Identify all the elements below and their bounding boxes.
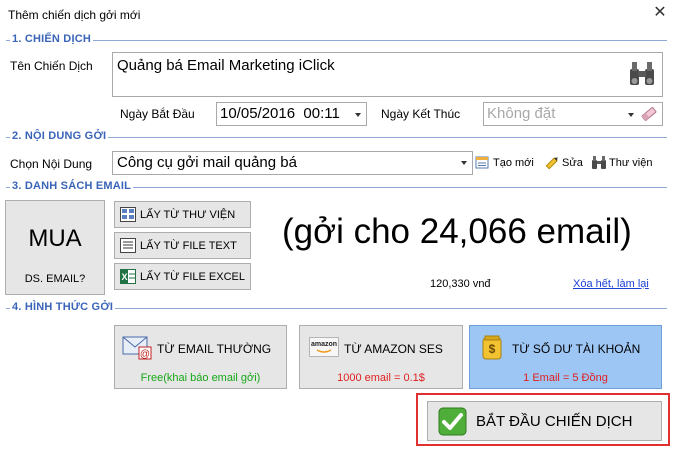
excel-icon: X xyxy=(120,269,136,284)
binoculars-icon[interactable] xyxy=(627,59,657,89)
section4-label: 4. HÌNH THỨC GỞI xyxy=(10,301,116,313)
option-label-amazon: TỪ AMAZON SES xyxy=(344,342,443,356)
campaign-name-value: Quảng bá Email Marketing iClick xyxy=(117,57,335,74)
buy-email-list-button[interactable]: MUA DS. EMAIL? xyxy=(5,200,105,295)
start-campaign-button[interactable]: BẮT ĐẦU CHIẾN DỊCH xyxy=(427,401,662,441)
start-date-value: 10/05/2016 00:11 xyxy=(220,105,340,122)
email-count-summary: (gởi cho 24,066 email) xyxy=(282,212,632,251)
send-option-amazon-ses[interactable]: amazon TỪ AMAZON SES 1000 email = 0.1$ xyxy=(299,325,463,389)
option-note-amazon: 1000 email = 0.1$ xyxy=(337,372,425,384)
create-content-label: Tạo mới xyxy=(493,156,534,169)
option-note-regular: Free(khai báo email gởi) xyxy=(140,372,261,384)
library-grid-icon xyxy=(120,207,136,222)
buy-subtitle: DS. EMAIL? xyxy=(24,273,86,285)
svg-text:@: @ xyxy=(140,349,150,360)
section1-divider xyxy=(6,40,667,41)
binoculars-icon xyxy=(592,156,606,169)
end-date-label: Ngày Kết Thúc xyxy=(381,107,461,121)
eraser-icon[interactable] xyxy=(640,106,658,122)
clear-reset-link[interactable]: Xóa hết, làm lại xyxy=(573,278,649,290)
edit-content-button[interactable]: Sửa xyxy=(544,155,583,170)
edit-content-label: Sửa xyxy=(562,156,583,169)
section2-label: 2. NỘI DUNG GỞI xyxy=(10,130,109,142)
content-value: Công cụ gởi mail quảng bá xyxy=(117,154,297,171)
chevron-down-icon xyxy=(461,161,467,165)
end-date-picker[interactable]: Không đặt xyxy=(483,102,663,126)
option-label-balance: TỪ SỐ DƯ TÀI KHOẢN xyxy=(512,342,641,356)
send-option-regular-email[interactable]: @ TỪ EMAIL THƯỜNG Free(khai báo email gở… xyxy=(114,325,287,389)
import-library-label: LẤY TỪ THƯ VIỆN xyxy=(140,209,236,221)
pencil-icon xyxy=(545,157,558,170)
library-button[interactable]: Thư viện xyxy=(591,155,652,170)
import-from-library-button[interactable]: LẤY TỪ THƯ VIỆN xyxy=(114,201,251,228)
section3-label: 3. DANH SÁCH EMAIL xyxy=(10,180,134,192)
end-date-placeholder: Không đặt xyxy=(487,105,556,122)
start-campaign-label: BẮT ĐẦU CHIẾN DỊCH xyxy=(476,413,633,430)
chevron-down-icon xyxy=(355,113,361,117)
buy-title: MUA xyxy=(28,225,82,252)
money-jar-icon: $ xyxy=(482,335,502,360)
window-title: Thêm chiến dịch gởi mới xyxy=(8,8,141,22)
chevron-down-icon xyxy=(628,113,634,117)
import-from-excel-button[interactable]: X LẤY TỪ FILE EXCEL xyxy=(114,263,251,290)
campaign-name-field[interactable]: Quảng bá Email Marketing iClick xyxy=(112,52,663,97)
content-label: Chọn Nội Dung xyxy=(10,157,93,171)
close-button[interactable]: ✕ xyxy=(650,3,670,23)
content-select[interactable]: Công cụ gởi mail quảng bá xyxy=(112,151,473,175)
option-label-regular: TỪ EMAIL THƯỜNG xyxy=(157,342,272,356)
start-date-label: Ngày Bắt Đầu xyxy=(120,107,195,121)
section1-label: 1. CHIẾN DỊCH xyxy=(10,33,93,45)
checkmark-icon xyxy=(438,407,467,436)
svg-text:$: $ xyxy=(489,342,496,356)
new-document-icon xyxy=(475,156,489,169)
campaign-name-label: Tên Chiến Dịch xyxy=(10,59,93,73)
price-value: 120,330 vnđ xyxy=(430,278,491,290)
mail-icon: @ xyxy=(122,336,152,360)
start-date-picker[interactable]: 10/05/2016 00:11 xyxy=(216,102,367,126)
amazon-icon: amazon xyxy=(309,337,339,357)
amazon-logo-text: amazon xyxy=(310,341,338,348)
library-label: Thư viện xyxy=(609,156,653,169)
import-from-text-button[interactable]: LẤY TỪ FILE TEXT xyxy=(114,232,251,259)
option-note-balance: 1 Email = 5 Đồng xyxy=(523,372,608,384)
send-option-account-balance[interactable]: $ TỪ SỐ DƯ TÀI KHOẢN 1 Email = 5 Đồng xyxy=(469,325,662,389)
text-file-icon xyxy=(120,238,136,253)
import-text-label: LẤY TỪ FILE TEXT xyxy=(140,240,237,252)
svg-text:X: X xyxy=(121,272,127,282)
import-excel-label: LẤY TỪ FILE EXCEL xyxy=(140,271,245,283)
close-icon: ✕ xyxy=(653,4,667,21)
create-content-button[interactable]: Tạo mới xyxy=(475,155,534,170)
